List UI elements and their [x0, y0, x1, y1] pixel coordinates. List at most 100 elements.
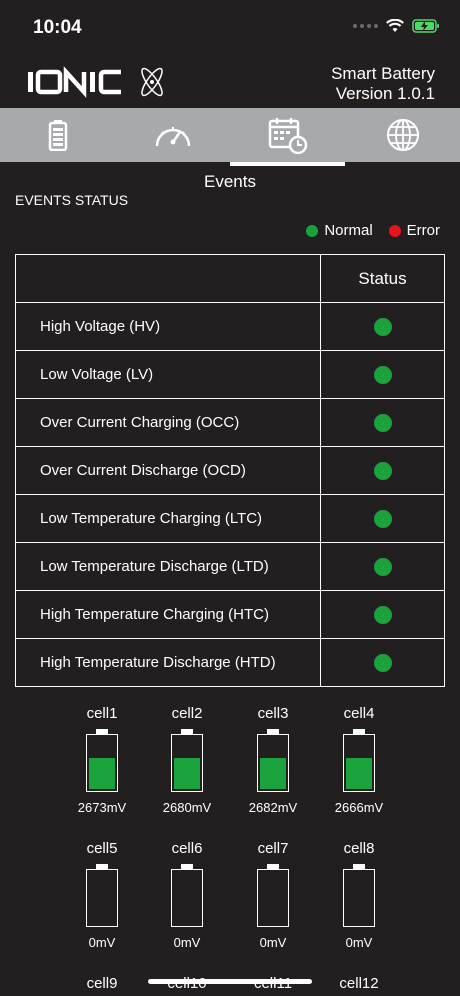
cell-item: cell12 — [329, 975, 389, 993]
status-normal-dot-icon — [373, 653, 392, 672]
status-normal-dot-icon — [373, 413, 392, 432]
event-status — [320, 638, 445, 687]
legend-normal-label: Normal — [324, 222, 373, 239]
event-name: Low Temperature Charging (LTC) — [15, 494, 321, 543]
tab-globe[interactable] — [345, 108, 460, 162]
cell-voltage: 2666mV — [334, 800, 384, 815]
cell-voltage: 0mV — [88, 935, 116, 950]
cell-item: cell10 — [157, 975, 217, 993]
tab-events[interactable] — [230, 108, 345, 166]
cell-level-fill — [89, 758, 115, 789]
status-normal-dot-icon — [373, 557, 392, 576]
event-status — [320, 446, 445, 495]
events-table: Status High Voltage (HV) Low Voltage (LV… — [15, 254, 445, 687]
cell-name: cell4 — [343, 705, 375, 722]
cell-name: cell11 — [243, 975, 303, 993]
cell-item: cell5 0mV — [72, 840, 132, 950]
cell-voltage: 2682mV — [248, 800, 298, 815]
cell-name: cell9 — [86, 975, 118, 992]
wifi-icon — [386, 19, 404, 32]
table-header-row: Status — [15, 254, 445, 303]
cell-item: cell6 0mV — [157, 840, 217, 950]
cell-item: cell2 2680mV — [157, 705, 217, 815]
cell-name: cell2 — [171, 705, 203, 722]
event-name: Over Current Discharge (OCD) — [15, 446, 321, 495]
cell-item: cell11 — [243, 975, 303, 993]
event-name: High Temperature Discharge (HTD) — [15, 638, 321, 687]
speedometer-icon — [155, 127, 190, 147]
signal-icon — [353, 24, 378, 28]
cell-battery-icon — [86, 734, 118, 792]
table-row: Low Temperature Discharge (LTD) — [15, 542, 445, 591]
event-name: Low Temperature Discharge (LTD) — [15, 542, 321, 591]
cell-item: cell1 2673mV — [72, 705, 132, 815]
cell-voltage: 2680mV — [162, 800, 212, 815]
active-tab-indicator — [230, 162, 345, 166]
status-normal-dot-icon — [373, 365, 392, 384]
section-title: EVENTS STATUS — [15, 192, 129, 208]
event-name: Over Current Charging (OCC) — [15, 398, 321, 447]
table-header-name — [15, 254, 321, 303]
legend-normal: Normal — [306, 222, 373, 239]
cell-item: cell8 0mV — [329, 840, 389, 950]
app-version: Version 1.0.1 — [335, 84, 435, 103]
cell-item: cell4 2666mV — [329, 705, 389, 815]
cell-voltage: 0mV — [259, 935, 287, 950]
error-dot-icon — [388, 224, 401, 237]
event-status — [320, 590, 445, 639]
app-header: Smart Battery Version 1.0.1 — [0, 56, 460, 108]
cell-battery-icon — [343, 869, 375, 927]
cell-voltage: 0mV — [345, 935, 373, 950]
status-normal-dot-icon — [373, 461, 392, 480]
cell-battery-icon — [257, 734, 289, 792]
event-status — [320, 350, 445, 399]
battery-charging-icon — [412, 19, 439, 33]
app-name: Smart Battery — [331, 64, 435, 83]
cell-name: cell6 — [171, 840, 203, 857]
table-row: Low Temperature Charging (LTC) — [15, 494, 445, 543]
cell-voltage: 0mV — [173, 935, 201, 950]
status-normal-dot-icon — [373, 605, 392, 624]
table-row: High Temperature Discharge (HTD) — [15, 638, 445, 687]
table-row: Over Current Discharge (OCD) — [15, 446, 445, 495]
cell-battery-icon — [257, 869, 289, 927]
cell-battery-icon — [343, 734, 375, 792]
status-normal-dot-icon — [373, 317, 392, 336]
cell-item: cell7 0mV — [243, 840, 303, 950]
table-header-status: Status — [320, 254, 445, 303]
globe-icon — [386, 119, 419, 151]
table-row: High Voltage (HV) — [15, 302, 445, 351]
tab-bar — [0, 108, 460, 166]
event-status — [320, 494, 445, 543]
status-bar: 10:04 — [0, 0, 460, 56]
normal-dot-icon — [306, 224, 319, 237]
calendar-clock-icon — [268, 118, 307, 154]
tab-speed[interactable] — [115, 108, 230, 162]
app-title-block: Smart Battery Version 1.0.1 — [331, 64, 435, 104]
event-name: Low Voltage (LV) — [15, 350, 321, 399]
cell-name: cell8 — [343, 840, 375, 857]
cell-level-fill — [174, 758, 200, 789]
cell-name: cell5 — [86, 840, 118, 857]
tab-battery[interactable] — [0, 108, 115, 162]
table-row: High Temperature Charging (HTC) — [15, 590, 445, 639]
event-name: High Voltage (HV) — [15, 302, 321, 351]
home-indicator[interactable] — [148, 979, 312, 984]
event-status — [320, 398, 445, 447]
cell-name: cell10 — [157, 975, 217, 993]
cell-level-fill — [346, 758, 372, 789]
event-name: High Temperature Charging (HTC) — [15, 590, 321, 639]
cell-name: cell7 — [257, 840, 289, 857]
legend-error: Error — [388, 222, 440, 239]
cell-battery-icon — [171, 869, 203, 927]
cell-battery-icon — [171, 734, 203, 792]
event-status — [320, 542, 445, 591]
battery-icon — [48, 120, 67, 151]
event-status — [320, 302, 445, 351]
status-normal-dot-icon — [373, 509, 392, 528]
table-row: Over Current Charging (OCC) — [15, 398, 445, 447]
cell-battery-icon — [86, 869, 118, 927]
ionic-logo — [28, 64, 170, 103]
active-tab-label: Events — [204, 172, 256, 191]
cell-voltage: 2673mV — [77, 800, 127, 815]
